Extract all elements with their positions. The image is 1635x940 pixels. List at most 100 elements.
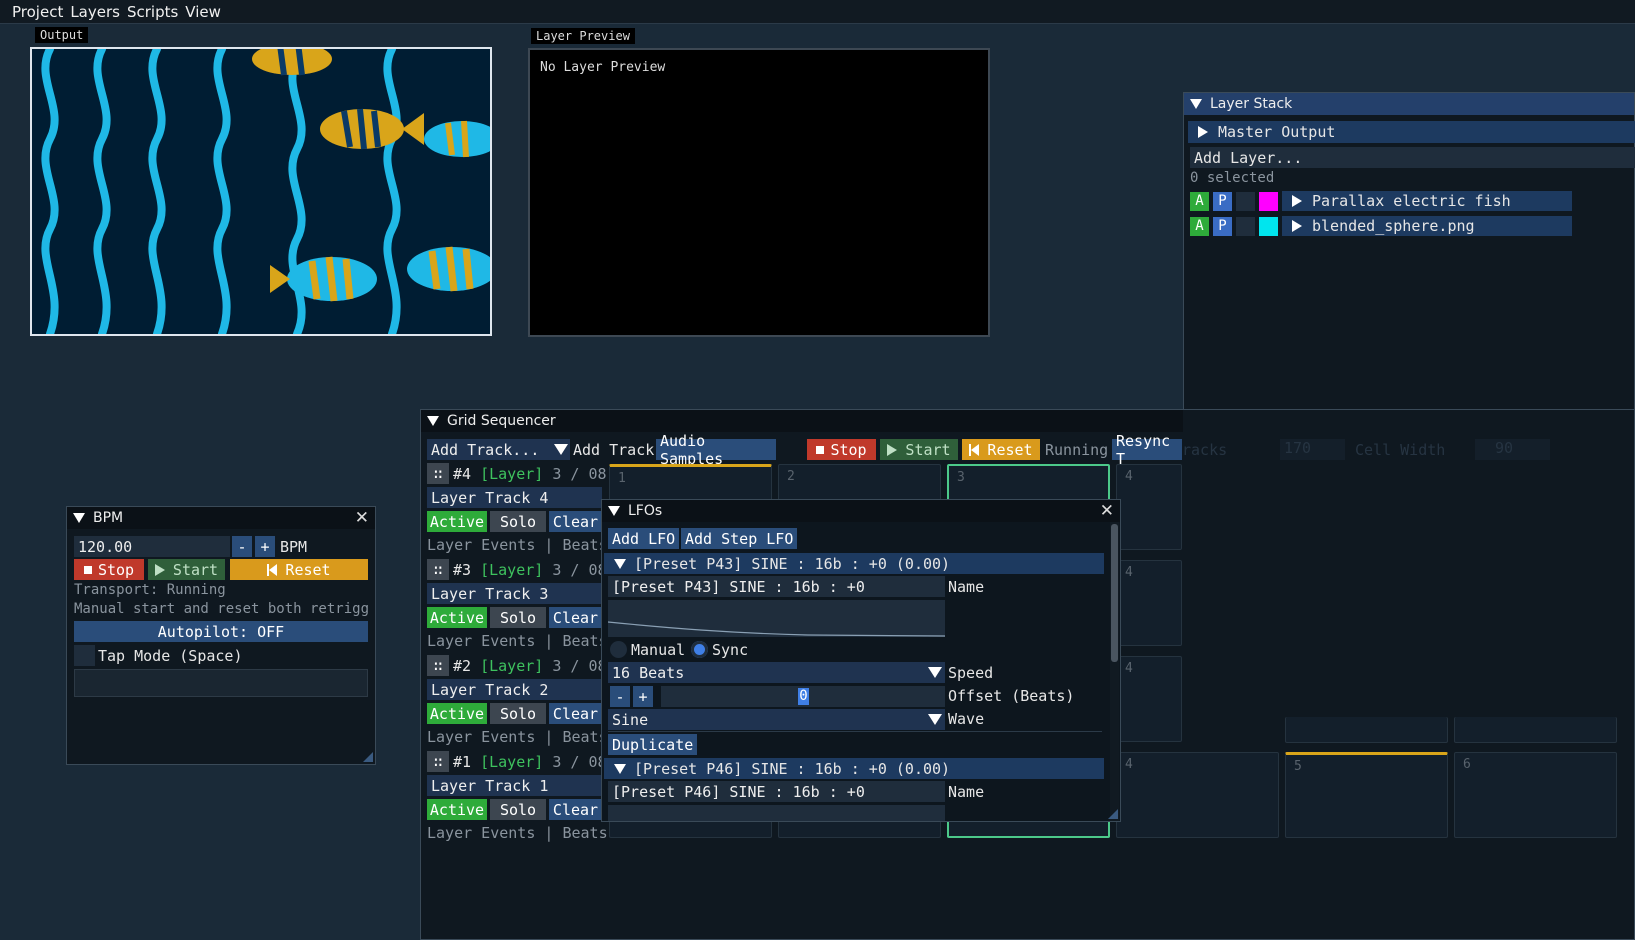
add-lfo-button[interactable]: Add LFO	[608, 528, 680, 549]
resize-grip[interactable]	[1108, 809, 1118, 819]
collapse-icon[interactable]	[73, 513, 85, 523]
drag-handle-icon[interactable]: ∷	[427, 559, 449, 580]
grid-cell[interactable]: 4	[1116, 560, 1182, 646]
track-active-button[interactable]: Active	[427, 799, 487, 820]
cell-width-input[interactable]: 90	[1475, 439, 1550, 460]
layer-name-row[interactable]: blended_sphere.png	[1282, 216, 1572, 236]
layer-name-row[interactable]: Parallax electric fish	[1282, 191, 1572, 211]
track-solo-button[interactable]: Solo	[490, 799, 546, 820]
add-track-combo[interactable]: Add Track...	[427, 439, 570, 460]
lfo-name-input[interactable]: [Preset P43] SINE : 16b : +0	[608, 576, 945, 597]
track-clear-button[interactable]: Clear	[549, 607, 602, 628]
lfos-titlebar[interactable]: LFOs	[602, 500, 1120, 522]
menu-view[interactable]: View	[185, 3, 228, 21]
layer-row[interactable]: A P Parallax electric fish	[1190, 191, 1572, 211]
lfo-name-input[interactable]: [Preset P46] SINE : 16b : +0	[608, 781, 945, 802]
layer-extra-toggle[interactable]	[1236, 216, 1255, 236]
collapse-icon[interactable]	[427, 416, 439, 426]
menu-scripts[interactable]: Scripts	[127, 3, 185, 21]
expand-icon[interactable]	[1292, 220, 1302, 232]
seq-start-button[interactable]: Start	[880, 439, 958, 460]
layer-extra-toggle[interactable]	[1236, 191, 1255, 211]
drag-handle-icon[interactable]: ∷	[427, 751, 449, 772]
track-clear-button[interactable]: Clear	[549, 799, 602, 820]
expand-icon[interactable]	[1198, 126, 1208, 138]
layer-color-swatch[interactable]	[1259, 216, 1278, 236]
bpm-titlebar[interactable]: BPM	[67, 507, 375, 529]
collapse-icon[interactable]	[1190, 99, 1202, 109]
grid-cell[interactable]: 6	[1454, 752, 1617, 838]
reset-button[interactable]: Reset	[230, 559, 368, 580]
track-name-field[interactable]: Layer Track 4	[427, 487, 602, 508]
seq-stop-button[interactable]: Stop	[807, 439, 876, 460]
track-solo-button[interactable]: Solo	[490, 511, 546, 532]
master-output-row[interactable]: Master Output	[1188, 121, 1635, 143]
tracks-input[interactable]: 170	[1280, 439, 1345, 460]
offset-slider-grab[interactable]: 0	[798, 688, 809, 705]
preview-toggle[interactable]: P	[1213, 191, 1232, 211]
track-name-field[interactable]: Layer Track 1	[427, 775, 602, 796]
stop-button[interactable]: Stop	[74, 559, 144, 580]
resync-tracks-button[interactable]: Resync T	[1112, 432, 1182, 468]
preview-toggle[interactable]: P	[1213, 216, 1232, 236]
active-toggle[interactable]: A	[1190, 191, 1209, 211]
scrollbar-thumb[interactable]	[1111, 524, 1118, 662]
track-name-field[interactable]: Layer Track 3	[427, 583, 602, 604]
grid-cell[interactable]: 4	[1116, 752, 1279, 838]
grid-cell[interactable]	[1454, 717, 1617, 743]
grid-cell[interactable]: 5	[1285, 752, 1448, 838]
menu-project[interactable]: Project	[12, 3, 70, 21]
track-name-field[interactable]: Layer Track 2	[427, 679, 602, 700]
add-step-lfo-button[interactable]: Add Step LFO	[681, 528, 798, 549]
track-clear-button[interactable]: Clear	[549, 703, 602, 724]
wave-combo[interactable]: Sine	[608, 709, 945, 730]
grid-cell-current[interactable]	[947, 820, 1110, 838]
layer-stack-titlebar[interactable]: Layer Stack	[1184, 93, 1634, 115]
offset-slider[interactable]: 0	[661, 686, 945, 707]
autopilot-button[interactable]: Autopilot: OFF	[74, 621, 368, 642]
close-icon[interactable]: ✕	[1100, 501, 1114, 521]
lfo-header[interactable]: [Preset P46] SINE : 16b : +0 (0.00)	[604, 758, 1104, 779]
grid-cell[interactable]	[778, 820, 941, 838]
offset-increment-button[interactable]: +	[633, 686, 653, 707]
track-active-button[interactable]: Active	[427, 511, 487, 532]
bpm-input[interactable]: 120.00	[74, 536, 230, 557]
speed-combo[interactable]: 16 Beats	[608, 662, 945, 683]
sync-radio[interactable]	[691, 641, 708, 658]
add-layer-combo[interactable]: Add Layer...	[1190, 147, 1635, 168]
bpm-decrement-button[interactable]: -	[232, 536, 252, 557]
layer-color-swatch[interactable]	[1259, 191, 1278, 211]
grid-cell[interactable]: 4	[1116, 656, 1182, 742]
lfo-header[interactable]: [Preset P43] SINE : 16b : +0 (0.00)	[604, 553, 1104, 574]
output-viewport[interactable]	[30, 47, 492, 336]
track-active-button[interactable]: Active	[427, 703, 487, 724]
grid-cell[interactable]: 4	[1116, 464, 1182, 550]
seq-reset-button[interactable]: Reset	[962, 439, 1040, 460]
tap-mode-checkbox[interactable]	[74, 645, 95, 666]
track-solo-button[interactable]: Solo	[490, 703, 546, 724]
audio-samples-button[interactable]: Audio Samples	[656, 432, 776, 468]
collapse-icon[interactable]	[608, 506, 620, 516]
drag-handle-icon[interactable]: ∷	[427, 463, 449, 484]
tap-area[interactable]	[74, 669, 368, 697]
sequencer-titlebar[interactable]: Grid Sequencer	[421, 410, 1183, 432]
menu-layers[interactable]: Layers	[70, 3, 127, 21]
start-button[interactable]: Start	[148, 559, 225, 580]
resize-grip[interactable]	[363, 752, 373, 762]
close-icon[interactable]: ✕	[355, 508, 369, 528]
grid-cell[interactable]	[609, 820, 772, 838]
layer-row[interactable]: A P blended_sphere.png	[1190, 216, 1572, 236]
lfos-scrollbar[interactable]	[1110, 522, 1119, 821]
expand-icon[interactable]	[1292, 195, 1302, 207]
manual-radio[interactable]	[610, 641, 627, 658]
track-solo-button[interactable]: Solo	[490, 607, 546, 628]
offset-decrement-button[interactable]: -	[610, 686, 630, 707]
bpm-increment-button[interactable]: +	[255, 536, 275, 557]
collapse-icon[interactable]	[614, 558, 626, 569]
track-clear-button[interactable]: Clear	[549, 511, 602, 532]
duplicate-button[interactable]: Duplicate	[608, 734, 698, 755]
grid-cell[interactable]	[1285, 717, 1448, 743]
active-toggle[interactable]: A	[1190, 216, 1209, 236]
collapse-icon[interactable]	[614, 763, 626, 774]
track-active-button[interactable]: Active	[427, 607, 487, 628]
